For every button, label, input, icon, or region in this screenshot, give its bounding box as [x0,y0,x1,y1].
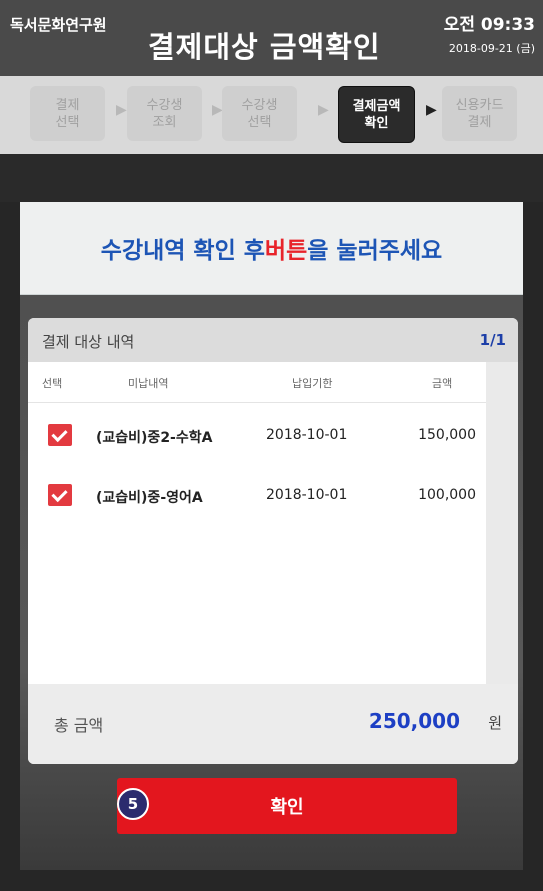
col-due: 납입기한 [292,377,333,390]
page-indicator: 1/1 [479,331,506,349]
total-row: 총 금액 250,000 원 [28,684,518,764]
step-arrow-icon: ▶ [116,102,127,118]
step-card-payment: 신용카드 결제 [442,86,517,141]
step-label: 수강생 조회 [146,97,183,130]
step-label: 신용카드 결제 [455,97,504,130]
confirm-label: 확인 [270,797,304,818]
main-area: 수강내역 확인 후 버튼 을 눌러주세요 결제 대상 내역 1/1 선택 미납내… [20,202,523,870]
panel-title: 결제 대상 내역 [42,333,135,351]
instruction-banner: 수강내역 확인 후 버튼 을 눌러주세요 [20,202,523,295]
spacer-band [0,154,543,202]
step-label: 결제금액 확인 [352,98,401,131]
table-row[interactable]: (교습비)중-영어A 2018-10-01 100,000 [28,466,486,524]
step-payment-select: 결제 선택 [30,86,105,141]
instruction-highlight: 버튼 [264,238,308,264]
step-arrow-icon: ▶ [318,102,329,118]
row-item: (교습비)중2-수학A [96,430,213,446]
header-bar: 독서문화연구원 결제대상 금액확인 오전 09:33 2018-09-21 (금… [0,0,543,76]
step-amount-confirm: 결제금액 확인 [338,86,415,143]
page-title: 결제대상 금액확인 [148,30,381,64]
row-due: 2018-10-01 [266,487,348,503]
table-header: 선택 미납내역 납입기한 금액 [28,362,486,403]
org-name: 독서문화연구원 [10,16,107,34]
total-value: 250,000 [368,709,460,733]
step-progress: 결제 선택 ▶ 수강생 조회 ▶ 수강생 선택 ▶ 결제금액 확인 ▶ 신용카드… [0,76,543,154]
step-label: 수강생 선택 [241,97,278,130]
clock-time: 오전 09:33 [443,15,535,35]
step-arrow-icon: ▶ [426,102,437,118]
instruction-text: 수강내역 확인 후 [100,238,265,264]
scrollbar[interactable] [486,362,518,684]
row-amount: 100,000 [418,487,476,503]
step-number-badge-icon: 5 [117,788,149,820]
payment-items-panel: 결제 대상 내역 1/1 선택 미납내역 납입기한 금액 (교습비)중2-수학A… [28,318,518,764]
confirm-button[interactable]: 확인 [117,778,457,834]
col-select: 선택 [42,377,63,390]
row-amount: 150,000 [418,427,476,443]
row-due: 2018-10-01 [266,427,348,443]
step-label: 결제 선택 [55,97,80,130]
total-unit: 원 [488,714,502,732]
clock-date: 2018-09-21 (금) [448,42,535,55]
col-amount: 금액 [432,377,453,390]
panel-header: 결제 대상 내역 1/1 [28,318,518,362]
row-checkbox[interactable] [48,424,72,446]
table-row[interactable]: (교습비)중2-수학A 2018-10-01 150,000 [28,406,486,464]
instruction-text-end: 을 눌러주세요 [307,238,443,264]
col-item: 미납내역 [128,377,169,390]
bottom-band [0,870,543,891]
step-student-select: 수강생 선택 [222,86,297,141]
row-item: (교습비)중-영어A [96,490,203,506]
total-label: 총 금액 [54,716,104,735]
step-student-lookup: 수강생 조회 [127,86,202,141]
row-checkbox[interactable] [48,484,72,506]
